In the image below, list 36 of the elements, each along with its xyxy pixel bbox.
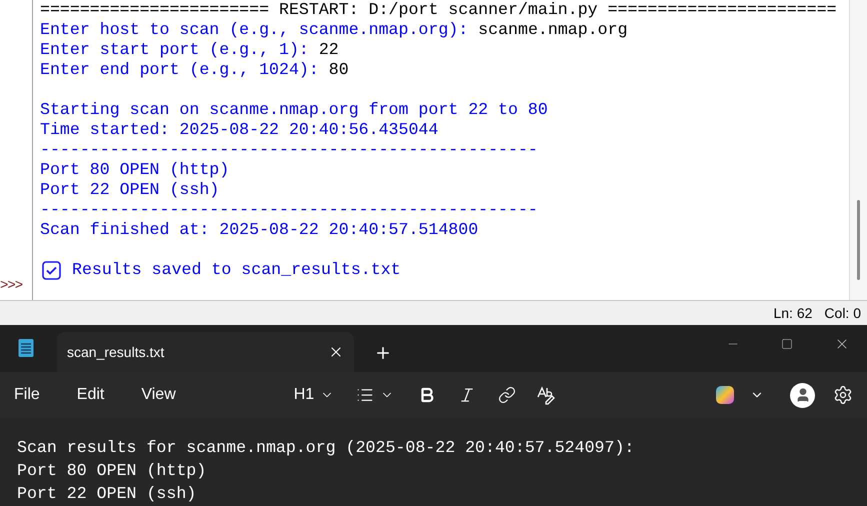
output-line: Time started: 2025-08-22 20:40:56.435044 — [40, 120, 438, 139]
output-line: Enter host to scan (e.g., scanme.nmap.org): — [40, 20, 470, 39]
checkbox-icon — [42, 260, 61, 280]
output-line: Enter start port (e.g., 1): — [40, 40, 310, 59]
output-line: Starting scan on scanme.nmap.org from port 22 to 80 — [40, 100, 548, 119]
notepad-icon — [18, 338, 34, 358]
input-text: 80 — [328, 60, 349, 79]
restart-line: ======================= RESTART: D:/port scanner/main.py ======================= — [40, 0, 837, 19]
column-status: Col: 0 — [824, 304, 861, 322]
input-text: scanme.nmap.org — [478, 20, 628, 39]
menu-item[interactable]: Edit — [76, 383, 104, 407]
output-line: Results saved to scan_results.txt — [72, 260, 401, 280]
settings-icon[interactable] — [833, 385, 853, 405]
text-line: Port 22 OPEN (ssh) — [17, 483, 196, 505]
shell-prompt: >>> — [0, 277, 24, 296]
output-line: -------------------------------------------------- — [40, 140, 538, 159]
input-text: 22 — [318, 40, 339, 59]
output-line: -------------------------------------------------- — [40, 200, 538, 219]
avatar[interactable] — [790, 382, 815, 408]
spelling-icon[interactable] — [536, 385, 556, 405]
line-number-status: Ln: 62 — [773, 304, 812, 322]
maximize-icon[interactable] — [781, 338, 793, 350]
heading-button[interactable]: H1 — [294, 383, 334, 407]
scrollbar[interactable] — [849, 0, 867, 300]
menu-item[interactable]: File — [14, 383, 40, 407]
output-line: Port 80 OPEN (http) — [40, 160, 230, 179]
output-line: Enter end port (e.g., 1024): — [40, 60, 320, 79]
new-tab-icon[interactable] — [374, 344, 392, 362]
output-line: Port 22 OPEN (ssh) — [40, 180, 220, 199]
text-line: Scan results for scanme.nmap.org (2025-08-22 20:40:57.524097): — [17, 437, 634, 459]
file-tab[interactable]: scan_results.txt — [57, 332, 354, 372]
link-icon[interactable] — [498, 386, 516, 404]
menu-item[interactable]: View — [141, 383, 176, 407]
text-line: Port 80 OPEN (http) — [17, 460, 206, 482]
output-line: Scan finished at: 2025-08-22 20:40:57.514800 — [40, 220, 478, 239]
list-icon — [356, 386, 374, 404]
